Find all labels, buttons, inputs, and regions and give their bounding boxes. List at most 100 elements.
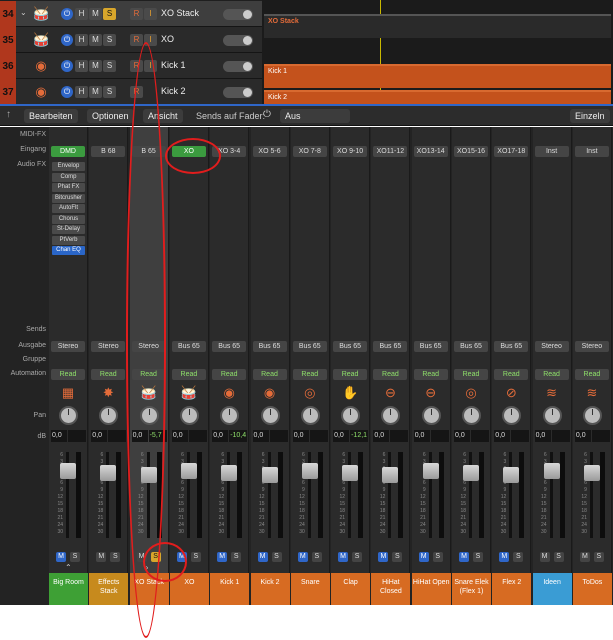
volume-fader[interactable] (301, 463, 318, 479)
output-slot[interactable]: Stereo (131, 341, 166, 352)
mute-button[interactable]: M (539, 552, 550, 562)
solo-button[interactable]: S (513, 552, 524, 562)
audio-fx-slot[interactable]: Chorus (52, 214, 85, 224)
track-row[interactable]: 37 ◉ ⏻ H M S R Kick 2 (0, 79, 262, 104)
track-volume-slider[interactable] (223, 87, 253, 98)
output-slot[interactable]: Bus 65 (494, 341, 529, 352)
automation-mode[interactable]: Read (333, 369, 368, 380)
solo-button[interactable]: S (311, 552, 322, 562)
track-row[interactable]: 34 ⌄ 🥁 ⏻ H M S R I XO Stack (0, 1, 262, 27)
volume-fader[interactable] (261, 467, 278, 483)
pan-knob[interactable] (421, 406, 441, 425)
output-slot[interactable]: Stereo (51, 341, 85, 352)
channel-name[interactable]: ToDos (572, 573, 612, 605)
power-icon[interactable]: ⏻ (61, 34, 73, 46)
output-slot[interactable]: Bus 65 (252, 341, 287, 352)
audio-fx-slot[interactable]: Envelop (52, 162, 85, 171)
region-xo-stack[interactable]: XO Stack (264, 14, 611, 38)
input-slot[interactable]: XO15-16 (454, 146, 488, 157)
output-slot[interactable]: Bus 65 (333, 341, 368, 352)
channel-name[interactable]: HiHat Open (411, 573, 451, 605)
channel-name[interactable]: Ideen (532, 573, 572, 605)
automation-mode[interactable]: Read (171, 369, 206, 380)
mute-button[interactable]: M (136, 552, 147, 562)
track-volume-slider[interactable] (223, 9, 253, 20)
mute-button[interactable]: M (257, 552, 268, 562)
sends-on-fader-select[interactable]: Aus (280, 109, 350, 123)
automation-mode[interactable]: Read (454, 369, 488, 380)
audio-fx-slot[interactable]: Comp (52, 172, 85, 182)
solo-button[interactable]: S (553, 552, 564, 562)
channel-strip[interactable]: XOBus 65Read🥁0,0630369121518212430MSXO (169, 127, 209, 605)
volume-fader[interactable] (543, 463, 560, 479)
channel-strip[interactable]: XO11-12 Bus 65 Read ⊖ 0,0 630369121518212430 M… (371, 127, 411, 605)
channel-strip[interactable]: XO 5-6 Bus 65 Read ◉ 0,0 630369121518212430 MS… (250, 127, 290, 605)
mute-button[interactable]: M (56, 552, 66, 562)
disclosure-icon[interactable]: ⌄ (20, 8, 27, 17)
pan-knob[interactable] (260, 406, 280, 425)
power-icon[interactable]: ⏻ (263, 109, 271, 120)
output-slot[interactable]: Bus 65 (171, 341, 206, 352)
audio-fx-slot[interactable]: Chan EQ (52, 246, 85, 255)
channel-strip[interactable]: InstStereoRead≋0,0630369121518212430MSTo… (572, 127, 612, 605)
track-name[interactable]: XO (161, 34, 174, 44)
mute-button[interactable]: M (89, 8, 102, 20)
channel-name[interactable]: XO (169, 573, 209, 605)
input-slot[interactable]: XO13-14 (413, 146, 448, 157)
automation-mode[interactable]: Read (494, 369, 529, 380)
input-slot[interactable]: XO 7-8 (292, 146, 327, 157)
input-monitor-button[interactable]: I (144, 60, 157, 72)
hide-button[interactable]: H (75, 34, 88, 46)
pan-knob[interactable] (220, 406, 240, 425)
channel-name[interactable]: Snare Elek (Flex 1) (452, 573, 491, 605)
track-row[interactable]: 36 ◉ ⏻ H M S R I Kick 1 (0, 53, 262, 79)
volume-fader[interactable] (221, 465, 238, 481)
single-button[interactable]: Einzeln (570, 109, 610, 123)
audio-fx-slot[interactable]: PtVerb (52, 235, 85, 245)
mute-button[interactable]: M (89, 34, 102, 46)
audio-fx-slot[interactable]: AutoFlt (52, 204, 85, 213)
pan-knob[interactable] (139, 406, 159, 425)
solo-button[interactable]: S (392, 552, 403, 562)
input-slot[interactable]: DMD (51, 146, 85, 157)
output-slot[interactable]: Bus 65 (373, 341, 408, 352)
pan-knob[interactable] (381, 406, 401, 425)
input-slot[interactable]: XO 9-10 (333, 146, 368, 157)
solo-button[interactable]: S (103, 86, 116, 98)
volume-fader[interactable] (60, 463, 76, 479)
record-button[interactable]: R (130, 8, 143, 20)
pan-knob[interactable] (582, 406, 602, 425)
solo-button[interactable]: S (352, 552, 363, 562)
record-button[interactable]: R (130, 86, 143, 98)
channel-strip[interactable]: XO 3-4Bus 65Read◉0,0-10,4630369121518212… (210, 127, 250, 605)
pan-knob[interactable] (542, 406, 562, 425)
mute-button[interactable]: M (579, 552, 590, 562)
channel-strip[interactable]: XO17-18 Bus 65 Read ⊘ 0,0 630369121518212430 M… (492, 127, 532, 605)
volume-fader[interactable] (382, 467, 399, 483)
channel-strip[interactable]: B 65 Stereo Read 🥁 0,0-5,7 630369121518212430… (129, 127, 169, 605)
output-slot[interactable]: Stereo (574, 341, 609, 352)
channel-strip[interactable]: XO 7-8Bus 65Read◎0,0630369121518212430MS… (290, 127, 330, 605)
mute-button[interactable]: M (297, 552, 308, 562)
solo-button[interactable]: S (110, 552, 121, 562)
track-volume-slider[interactable] (223, 35, 253, 46)
pan-knob[interactable] (179, 406, 199, 425)
automation-mode[interactable]: Read (534, 369, 569, 380)
pan-knob[interactable] (59, 406, 78, 425)
input-slot[interactable]: B 65 (131, 146, 166, 157)
volume-fader[interactable] (422, 463, 439, 479)
record-button[interactable]: R (130, 60, 143, 72)
solo-button[interactable]: S (103, 60, 116, 72)
pan-knob[interactable] (462, 406, 481, 425)
track-name[interactable]: Kick 2 (161, 86, 186, 96)
mute-button[interactable]: M (459, 552, 469, 562)
channel-strip[interactable]: XO15-16Bus 65Read◎0,0630369121518212430M… (452, 127, 491, 605)
audio-fx-slot[interactable]: St-Delay (52, 225, 85, 234)
chevron-icon[interactable]: ⌃ (65, 563, 72, 572)
automation-mode[interactable]: Read (292, 369, 327, 380)
track-name[interactable]: XO Stack (161, 8, 199, 18)
channel-strip[interactable]: InstStereoRead≋0,0630369121518212430MSId… (532, 127, 572, 605)
input-slot[interactable]: XO 5-6 (252, 146, 287, 157)
output-slot[interactable]: Stereo (91, 341, 126, 352)
solo-button[interactable]: S (150, 552, 161, 562)
